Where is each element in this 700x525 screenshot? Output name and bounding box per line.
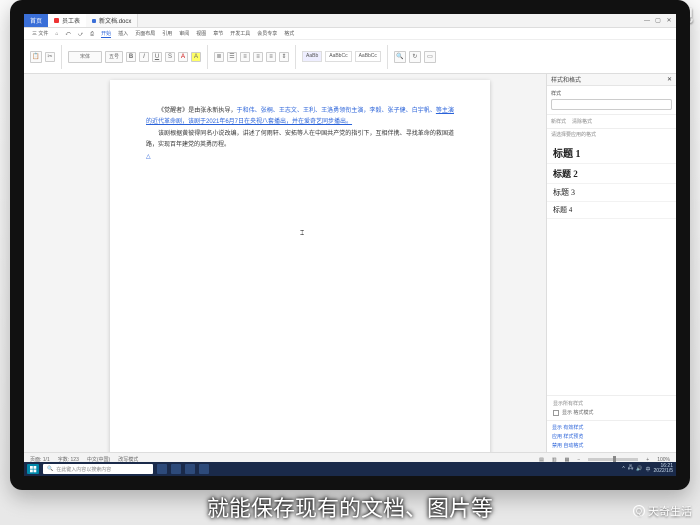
zoom-slider[interactable]	[588, 458, 638, 461]
paragraph-1[interactable]: 《觉醒者》是由张永新执导，于和伟、张桐、王志文、王利、王洛勇领衔主演，李毅、张子…	[146, 106, 454, 129]
style-item-h4[interactable]: 标题 4	[547, 202, 676, 219]
styles-section-label: 请选择要应用的格式	[547, 129, 676, 140]
document-viewport[interactable]: 《觉醒者》是由张永新执导，于和伟、张桐、王志文、王利、王洛勇领衔主演，李毅、张子…	[24, 74, 546, 452]
italic-button[interactable]: I	[139, 52, 149, 62]
tab-workbook[interactable]: 员工表	[48, 14, 86, 27]
styles-show-label: 显示所有样式	[553, 400, 670, 407]
styles-list: 标题 1 标题 2 标题 3 标题 4	[547, 140, 676, 395]
styles-link-2[interactable]: 应用 样式预览	[552, 433, 671, 440]
styles-pane: 样式和格式 ✕ 样式 新样式 清除格式 请选择要应用的格式 标题 1 标题 2	[546, 74, 676, 452]
styles-pane-close[interactable]: ✕	[667, 76, 672, 83]
cut-button[interactable]: ✂	[45, 52, 55, 62]
menu-redo[interactable]: ⤻	[78, 31, 83, 37]
taskbar-app-2[interactable]	[171, 464, 181, 474]
search-icon: 🔍	[47, 466, 53, 472]
monitor-bezel: 首页 员工表 新文档.docx — ▢ ✕ 三 文件	[10, 0, 690, 490]
menu-format[interactable]: 格式	[284, 30, 294, 37]
menu-insert[interactable]: 插入	[118, 30, 128, 37]
windows-icon	[30, 466, 37, 473]
align-center-button[interactable]: ≡	[253, 52, 263, 62]
minimize-button[interactable]: —	[642, 16, 652, 26]
tray-ime-icon[interactable]: 中	[646, 466, 651, 473]
align-left-button[interactable]: ≡	[240, 52, 250, 62]
styles-actions: 新样式 清除格式	[547, 115, 676, 129]
menu-file[interactable]: 三 文件	[32, 30, 48, 37]
menu-print[interactable]: ⎙	[90, 31, 94, 37]
document-page[interactable]: 《觉醒者》是由张永新执导，于和伟、张桐、王志文、王利、王洛勇领衔主演，李毅、张子…	[110, 80, 490, 452]
style-heading1[interactable]: AaBbCc	[325, 51, 351, 62]
paste-button[interactable]: 📋	[30, 51, 42, 63]
watermark-bottom: Q 天奇生活	[633, 503, 692, 519]
maximize-button[interactable]: ▢	[653, 16, 663, 26]
tray-net-icon[interactable]: 🖧	[628, 465, 634, 473]
ribbon-toolbar: 📋 ✂ 宋体 五号 B I U S A A ≣ ☰	[24, 40, 676, 74]
video-frame: 天奇·视 首页 员工表 新文档.docx — ▢ ✕	[0, 0, 700, 525]
menu-view[interactable]: 视图	[196, 30, 206, 37]
styles-tab-clear[interactable]: 清除格式	[572, 118, 592, 125]
word-icon	[92, 19, 96, 23]
font-select[interactable]: 宋体	[68, 51, 102, 63]
find-button[interactable]: 🔍	[394, 51, 406, 63]
style-item-h1[interactable]: 标题 1	[547, 142, 676, 164]
paragraph-2[interactable]: 该剧根据黄彼得同名小说改编，讲述了何雨轩、安拓等人在中国共产党的指引下，互相伴携…	[146, 129, 454, 152]
select-button[interactable]: ▭	[424, 51, 436, 63]
align-right-button[interactable]: ≡	[266, 52, 276, 62]
text-cursor: ⌶	[300, 230, 305, 236]
menu-refs[interactable]: 引用	[162, 30, 172, 37]
windows-taskbar: 🔍 在此键入内容以搜索内容 ^ 🖧 🔊 中 16:21 2022/1/5	[24, 462, 676, 476]
menu-vip[interactable]: 会员专享	[257, 30, 277, 37]
numbering-button[interactable]: ☰	[227, 52, 237, 62]
menu-home-icon[interactable]: ⌂	[55, 31, 58, 37]
menu-start[interactable]: 开始	[101, 30, 111, 38]
style-normal[interactable]: AaBb	[302, 51, 322, 62]
styles-current-box[interactable]	[551, 99, 672, 110]
style-heading2[interactable]: AaBbCc	[355, 51, 381, 62]
styles-current-label: 样式	[551, 90, 672, 97]
styles-link-3[interactable]: 禁用 自动格式	[552, 442, 671, 449]
fontsize-select[interactable]: 五号	[105, 51, 123, 63]
watermark-icon: Q	[633, 505, 645, 517]
taskbar-search[interactable]: 🔍 在此键入内容以搜索内容	[43, 464, 153, 474]
excel-icon	[54, 18, 59, 23]
menu-undo[interactable]: ⤺	[65, 31, 70, 37]
highlight-button[interactable]: A	[191, 52, 201, 62]
start-button[interactable]	[27, 464, 39, 474]
strike-button[interactable]: S	[165, 52, 175, 62]
style-item-h2[interactable]: 标题 2	[547, 164, 676, 184]
tray-date: 2022/1/5	[654, 469, 673, 474]
tray-vol-icon[interactable]: 🔊	[636, 466, 642, 472]
bold-button[interactable]: B	[126, 52, 136, 62]
tab-home[interactable]: 首页	[24, 14, 48, 27]
taskbar-app-1[interactable]	[157, 464, 167, 474]
window-controls: — ▢ ✕	[642, 16, 674, 26]
video-caption: 就能保存现有的文档、图片等	[0, 491, 700, 523]
ribbon-tabs: 三 文件 ⌂ ⤺ ⤻ ⎙ 开始 插入 页面布局 引用 审阅 视图 章节 开发工具…	[24, 28, 676, 40]
tray-up-icon[interactable]: ^	[622, 466, 624, 472]
tab-document-active[interactable]: 新文档.docx	[86, 14, 138, 27]
end-mark: △	[146, 152, 454, 163]
menu-review[interactable]: 审阅	[179, 30, 189, 37]
underline-button[interactable]: U	[152, 52, 162, 62]
bullets-button[interactable]: ≣	[214, 52, 224, 62]
styles-link-1[interactable]: 显示 有效样式	[552, 424, 671, 431]
system-tray[interactable]: ^ 🖧 🔊 中 16:21 2022/1/5	[622, 464, 673, 474]
window-tabbar: 首页 员工表 新文档.docx — ▢ ✕	[24, 14, 676, 28]
close-button[interactable]: ✕	[664, 16, 674, 26]
menu-dev[interactable]: 开发工具	[230, 30, 250, 37]
desktop-screen: 首页 员工表 新文档.docx — ▢ ✕ 三 文件	[24, 14, 676, 466]
fontcolor-button[interactable]: A	[178, 52, 188, 62]
menu-layout[interactable]: 页面布局	[135, 30, 155, 37]
style-item-h3[interactable]: 标题 3	[547, 184, 676, 202]
taskbar-app-4[interactable]	[199, 464, 209, 474]
styles-pane-title: 样式和格式	[551, 75, 581, 84]
replace-button[interactable]: ↻	[409, 51, 421, 63]
styles-tab-new[interactable]: 新样式	[551, 118, 566, 125]
menu-section[interactable]: 章节	[213, 30, 223, 37]
taskbar-app-3[interactable]	[185, 464, 195, 474]
editor-body: 《觉醒者》是由张永新执导，于和伟、张桐、王志文、王利、王洛勇领衔主演，李毅、张子…	[24, 74, 676, 452]
styles-opt-preview[interactable]: 显示 格式模式	[553, 409, 670, 416]
linespacing-button[interactable]: ⇕	[279, 52, 289, 62]
